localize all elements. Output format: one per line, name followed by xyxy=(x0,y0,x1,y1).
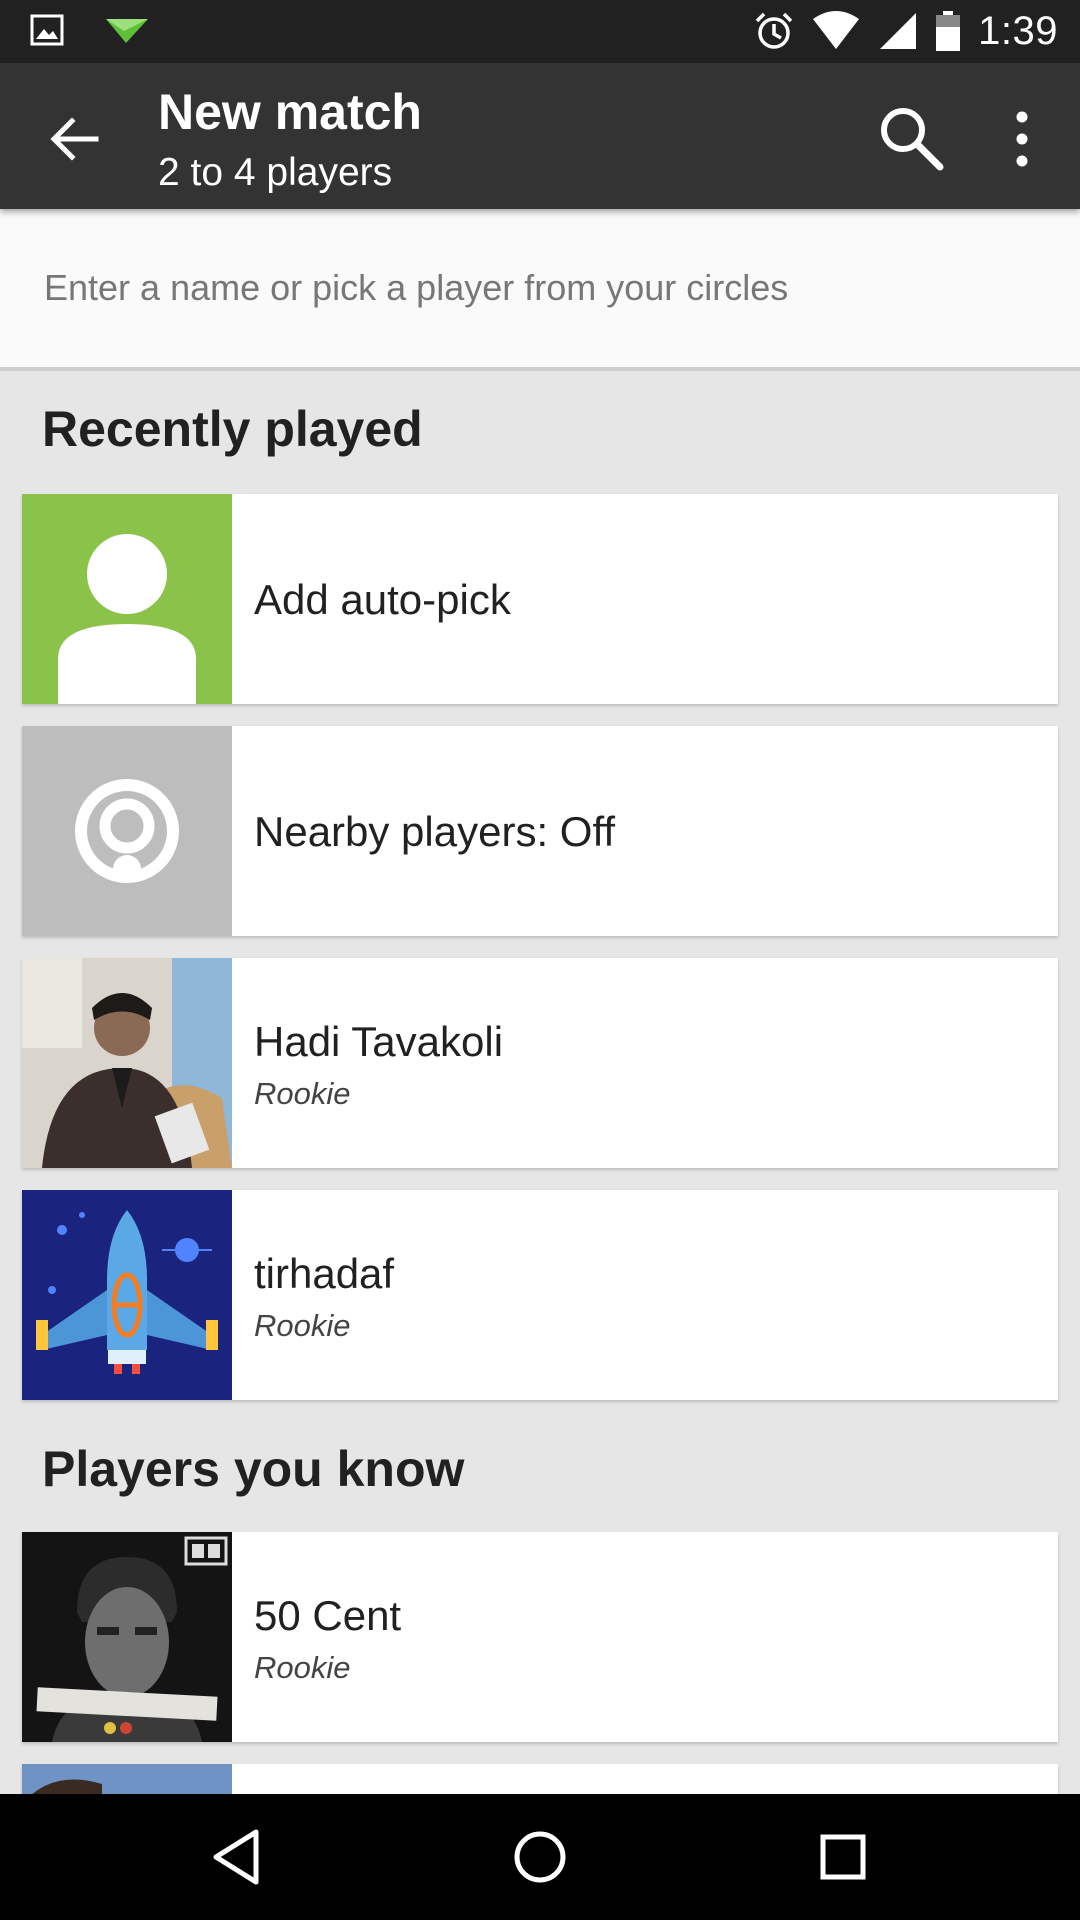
auto-pick-person-icon xyxy=(22,494,232,704)
player-name: tirhadaf xyxy=(254,1250,395,1297)
signal-icon xyxy=(880,13,917,49)
home-circle-icon[interactable] xyxy=(507,1824,573,1890)
player-search-input[interactable] xyxy=(42,259,1026,317)
back-triangle-icon[interactable] xyxy=(204,1824,270,1890)
paper-plane-icon xyxy=(106,19,148,43)
player-name: 50 Cent xyxy=(254,1592,402,1639)
app-bar: New match 2 to 4 players xyxy=(0,63,1080,209)
list-item-add-auto-pick[interactable]: Add auto-pick xyxy=(22,494,1058,704)
back-arrow-icon[interactable] xyxy=(46,111,102,167)
recents-square-icon[interactable] xyxy=(810,1824,876,1890)
more-vert-icon[interactable] xyxy=(1000,107,1044,171)
wifi-icon xyxy=(813,11,860,49)
image-icon xyxy=(30,14,64,46)
alarm-icon xyxy=(755,12,793,49)
search-icon[interactable] xyxy=(876,103,946,173)
player-level: Rookie xyxy=(254,1076,351,1111)
section-players-you-know: Players you know xyxy=(42,1441,465,1497)
nav-bar xyxy=(0,1794,1080,1920)
avatar-photo xyxy=(22,958,232,1168)
list-item-label: Nearby players: Off xyxy=(254,808,616,855)
status-time: 1:39 xyxy=(978,8,1058,53)
player-search-box xyxy=(0,209,1080,371)
player-name: Hadi Tavakoli xyxy=(254,1018,504,1065)
battery-icon xyxy=(936,11,961,51)
section-recently-played: Recently played xyxy=(42,401,423,457)
page-title: New match xyxy=(158,84,422,140)
spaceship-avatar xyxy=(22,1190,232,1400)
list-item-label: Add auto-pick xyxy=(254,576,511,623)
list-item-nearby-players[interactable]: Nearby players: Off xyxy=(22,726,1058,936)
album-cover-avatar xyxy=(22,1532,232,1742)
list-item-player[interactable]: tirhadaf Rookie xyxy=(22,1190,1058,1400)
player-level: Rookie xyxy=(254,1650,351,1685)
nearby-broadcast-icon xyxy=(22,726,232,936)
list-item-player[interactable]: 50 Cent Rookie xyxy=(22,1532,1058,1742)
status-bar: 1:39 xyxy=(0,0,1080,63)
player-level: Rookie xyxy=(254,1308,351,1343)
page-subtitle: 2 to 4 players xyxy=(158,151,393,194)
list-item-player[interactable]: Hadi Tavakoli Rookie xyxy=(22,958,1058,1168)
